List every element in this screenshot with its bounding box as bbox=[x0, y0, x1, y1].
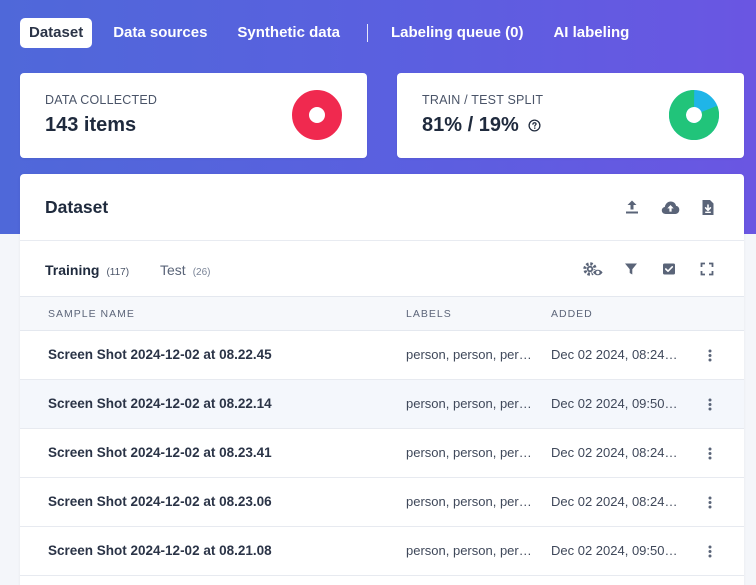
download-file-icon[interactable] bbox=[697, 196, 719, 218]
column-header-added[interactable]: ADDED bbox=[551, 308, 593, 320]
table-body: Screen Shot 2024-12-02 at 08.22.45 perso… bbox=[20, 331, 744, 576]
sample-added: Dec 02 2024, 08:24:11 bbox=[551, 494, 679, 509]
data-collected-count: 143 items bbox=[45, 114, 137, 136]
view-settings-icon[interactable] bbox=[582, 258, 604, 280]
more-options-icon[interactable] bbox=[704, 445, 716, 461]
data-collected-value: 143 items bbox=[45, 114, 136, 137]
sample-labels: person, person, person bbox=[406, 494, 532, 509]
data-collected-donut-ring bbox=[292, 90, 342, 140]
tab-data-sources[interactable]: Data sources bbox=[104, 18, 216, 48]
dataset-panel-header: Dataset bbox=[20, 174, 744, 241]
tab-training-count: (117) bbox=[106, 267, 130, 278]
tab-synthetic-data[interactable]: Synthetic data bbox=[228, 18, 349, 48]
column-header-labels[interactable]: LABELS bbox=[406, 308, 452, 320]
table-tools bbox=[566, 258, 718, 280]
sample-labels: person, person, person bbox=[406, 445, 532, 460]
select-all-icon[interactable] bbox=[658, 258, 680, 280]
cloud-upload-icon[interactable] bbox=[659, 196, 681, 218]
tab-labeling-queue[interactable]: Labeling queue (0) bbox=[382, 18, 533, 48]
sample-added: Dec 02 2024, 09:50:22 bbox=[551, 543, 679, 558]
train-test-split-card: TRAIN / TEST SPLIT 81% / 19% bbox=[397, 73, 744, 158]
sample-labels: person, person, person bbox=[406, 396, 532, 411]
tab-ai-labeling[interactable]: AI labeling bbox=[544, 18, 638, 48]
column-header-sample-name[interactable]: SAMPLE NAME bbox=[48, 308, 135, 320]
sample-name: Screen Shot 2024-12-02 at 08.23.06 bbox=[48, 494, 272, 509]
table-row[interactable]: Screen Shot 2024-12-02 at 08.22.14 perso… bbox=[20, 380, 744, 429]
dataset-split-tabs: Training (117) Test (26) bbox=[20, 241, 744, 297]
more-options-icon[interactable] bbox=[704, 396, 716, 412]
train-test-split-value: 81% / 19% bbox=[422, 114, 541, 137]
table-row[interactable]: Screen Shot 2024-12-02 at 08.23.06 perso… bbox=[20, 478, 744, 527]
sample-name: Screen Shot 2024-12-02 at 08.22.14 bbox=[48, 396, 272, 411]
expand-icon[interactable] bbox=[696, 258, 718, 280]
dataset-header-actions bbox=[605, 196, 719, 218]
sample-labels: person, person, person bbox=[406, 347, 532, 362]
nav-divider bbox=[366, 24, 368, 42]
sample-name: Screen Shot 2024-12-02 at 08.22.45 bbox=[48, 347, 272, 362]
table-row[interactable]: Screen Shot 2024-12-02 at 08.23.41 perso… bbox=[20, 429, 744, 478]
train-test-split-donut bbox=[669, 90, 719, 140]
data-collected-donut bbox=[292, 90, 342, 140]
sample-added: Dec 02 2024, 08:24:11 bbox=[551, 445, 679, 460]
dataset-panel: Dataset Training (117) Test (26) SAMPLE … bbox=[20, 174, 744, 585]
sample-added: Dec 02 2024, 09:50:22 bbox=[551, 396, 679, 411]
sample-name: Screen Shot 2024-12-02 at 08.23.41 bbox=[48, 445, 272, 460]
train-test-split-label: TRAIN / TEST SPLIT bbox=[422, 93, 544, 107]
dataset-panel-title: Dataset bbox=[45, 197, 109, 217]
more-options-icon[interactable] bbox=[704, 543, 716, 559]
more-options-icon[interactable] bbox=[704, 494, 716, 510]
table-row[interactable]: Screen Shot 2024-12-02 at 08.22.45 perso… bbox=[20, 331, 744, 380]
data-collected-label: DATA COLLECTED bbox=[45, 93, 158, 107]
filter-icon[interactable] bbox=[620, 258, 642, 280]
tab-dataset[interactable]: Dataset bbox=[20, 18, 93, 48]
help-icon[interactable] bbox=[528, 119, 541, 132]
more-options-icon[interactable] bbox=[704, 347, 716, 363]
train-test-split-text: 81% / 19% bbox=[422, 114, 519, 136]
upload-icon[interactable] bbox=[621, 196, 643, 218]
tab-training-label: Training bbox=[45, 262, 100, 278]
sample-labels: person, person, person bbox=[406, 543, 532, 558]
tab-test-count: (26) bbox=[192, 267, 211, 278]
sample-added: Dec 02 2024, 08:24:11 bbox=[551, 347, 679, 362]
table-header: SAMPLE NAME LABELS ADDED bbox=[20, 297, 744, 331]
tab-training[interactable]: Training (117) bbox=[45, 262, 129, 278]
sample-name: Screen Shot 2024-12-02 at 08.21.08 bbox=[48, 543, 272, 558]
tab-test-label: Test bbox=[160, 262, 186, 278]
data-collected-card: DATA COLLECTED 143 items bbox=[20, 73, 367, 158]
top-nav: Dataset Data sources Synthetic data Labe… bbox=[20, 18, 650, 48]
tab-test[interactable]: Test (26) bbox=[160, 262, 210, 278]
table-row[interactable]: Screen Shot 2024-12-02 at 08.21.08 perso… bbox=[20, 527, 744, 576]
